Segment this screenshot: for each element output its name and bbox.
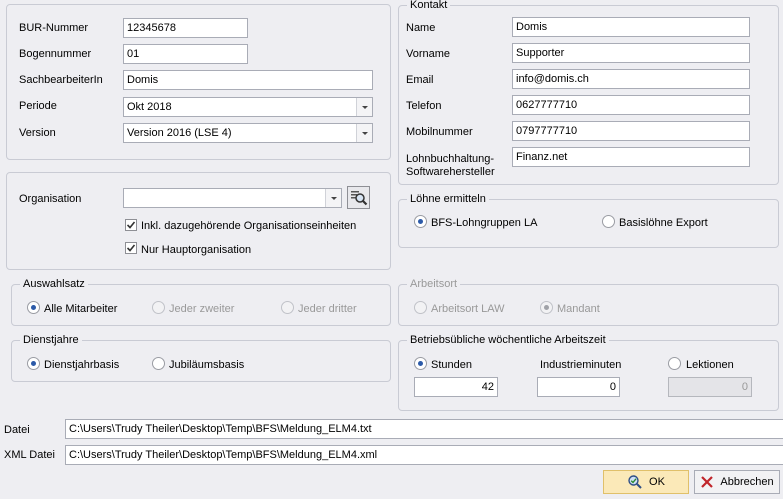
cancel-x-icon: [701, 476, 714, 488]
bogen-number-label: Bogennummer: [19, 48, 92, 60]
email-field[interactable]: info@domis.ch: [512, 69, 750, 89]
weekly-working-time-title: Betriebsübliche wöchentliche Arbeitszeit: [407, 334, 609, 346]
period-select[interactable]: Okt 2018: [123, 97, 373, 117]
ok-icon: [628, 475, 642, 489]
main-org-only-label: Nur Hauptorganisation: [141, 244, 252, 256]
include-subunits-checkbox[interactable]: [125, 219, 137, 231]
radio-jubilee-basis-label: Jubiläumsbasis: [169, 359, 245, 371]
clerk-field[interactable]: Domis: [123, 70, 373, 90]
hours-field[interactable]: 42: [414, 377, 498, 397]
name-field[interactable]: Domis: [512, 17, 750, 37]
ok-button-label: OK: [649, 476, 665, 488]
radio-every-third-label: Jeder dritter: [298, 303, 357, 315]
radio-client-label: Mandant: [557, 303, 600, 315]
version-value: Version 2016 (LSE 4): [127, 127, 232, 139]
industry-minutes-label: Industrieminuten: [540, 359, 622, 371]
email-label: Email: [406, 74, 434, 86]
radio-base-wage-export[interactable]: [602, 215, 615, 228]
payroll-vendor-label-line1: Lohnbuchhaltung-: [406, 153, 495, 165]
name-label: Name: [406, 22, 436, 34]
weekly-working-time-group: Betriebsübliche wöchentliche Arbeitszeit: [398, 334, 779, 411]
radio-hours[interactable]: [414, 357, 427, 370]
include-subunits-label: Inkl. dazugehörende Organisationseinheit…: [141, 220, 357, 232]
radio-every-third[interactable]: [281, 301, 294, 314]
period-dropdown-button[interactable]: [356, 98, 372, 116]
checkmark-icon: [126, 221, 136, 229]
period-value: Okt 2018: [127, 101, 172, 113]
cancel-button[interactable]: Abbrechen: [694, 470, 780, 494]
checkmark-icon: [126, 244, 136, 252]
payroll-vendor-field[interactable]: Finanz.net: [512, 147, 750, 167]
radio-client[interactable]: [540, 301, 553, 314]
version-dropdown-button[interactable]: [356, 124, 372, 142]
file-path-field[interactable]: C:\Users\Trudy Theiler\Desktop\Temp\BFS\…: [65, 419, 783, 439]
version-select[interactable]: Version 2016 (LSE 4): [123, 123, 373, 143]
radio-work-location-law[interactable]: [414, 301, 427, 314]
bur-number-field[interactable]: 12345678: [123, 18, 248, 38]
chevron-down-icon: [330, 196, 337, 200]
service-years-title: Dienstjahre: [20, 334, 82, 346]
firstname-label: Vorname: [406, 48, 451, 60]
version-label: Version: [19, 127, 56, 139]
organisation-dropdown-button[interactable]: [325, 189, 341, 207]
search-icon: [351, 191, 368, 206]
radio-service-year-basis-label: Dienstjahrbasis: [44, 359, 120, 371]
radio-work-location-law-label: Arbeitsort LAW: [431, 303, 505, 315]
xml-file-path-field[interactable]: C:\Users\Trudy Theiler\Desktop\Temp\BFS\…: [65, 445, 783, 465]
main-org-only-checkbox[interactable]: [125, 242, 137, 254]
radio-jubilee-basis[interactable]: [152, 357, 165, 370]
radio-hours-label: Stunden: [431, 359, 472, 371]
selection-set-title: Auswahlsatz: [20, 278, 88, 290]
organisation-select[interactable]: [123, 188, 342, 208]
radio-base-wage-export-label: Basislöhne Export: [619, 217, 708, 229]
lessons-field[interactable]: 0: [668, 377, 752, 397]
radio-lessons[interactable]: [668, 357, 681, 370]
organisation-search-button[interactable]: [347, 186, 370, 209]
radio-lessons-label: Lektionen: [686, 359, 734, 371]
organisation-label: Organisation: [19, 193, 82, 205]
radio-all-employees[interactable]: [27, 301, 40, 314]
clerk-label: SachbearbeiterIn: [19, 74, 103, 86]
chevron-down-icon: [361, 131, 368, 135]
radio-every-second-label: Jeder zweiter: [169, 303, 235, 315]
file-label: Datei: [4, 424, 30, 436]
work-location-title: Arbeitsort: [407, 278, 461, 290]
ok-button[interactable]: OK: [603, 470, 689, 494]
industry-minutes-field[interactable]: 0: [537, 377, 620, 397]
wage-determination-title: Löhne ermitteln: [407, 193, 489, 205]
radio-service-year-basis[interactable]: [27, 357, 40, 370]
xml-file-label: XML Datei: [4, 449, 55, 461]
contact-title: Kontakt: [407, 0, 451, 11]
bogen-number-field[interactable]: 01: [123, 44, 248, 64]
period-label: Periode: [19, 100, 57, 112]
mobile-field[interactable]: 0797777710: [512, 121, 750, 141]
radio-all-employees-label: Alle Mitarbeiter: [44, 303, 118, 315]
radio-bfs-wage-groups[interactable]: [414, 215, 427, 228]
phone-field[interactable]: 0627777710: [512, 95, 750, 115]
mobile-label: Mobilnummer: [406, 126, 473, 138]
radio-bfs-wage-groups-label: BFS-Lohngruppen LA: [431, 217, 538, 229]
firstname-field[interactable]: Supporter: [512, 43, 750, 63]
payroll-vendor-label-line2: Softwarehersteller: [406, 166, 495, 178]
bur-number-label: BUR-Nummer: [19, 22, 89, 34]
chevron-down-icon: [361, 105, 368, 109]
phone-label: Telefon: [406, 100, 442, 112]
radio-every-second[interactable]: [152, 301, 165, 314]
cancel-button-label: Abbrechen: [720, 476, 774, 488]
